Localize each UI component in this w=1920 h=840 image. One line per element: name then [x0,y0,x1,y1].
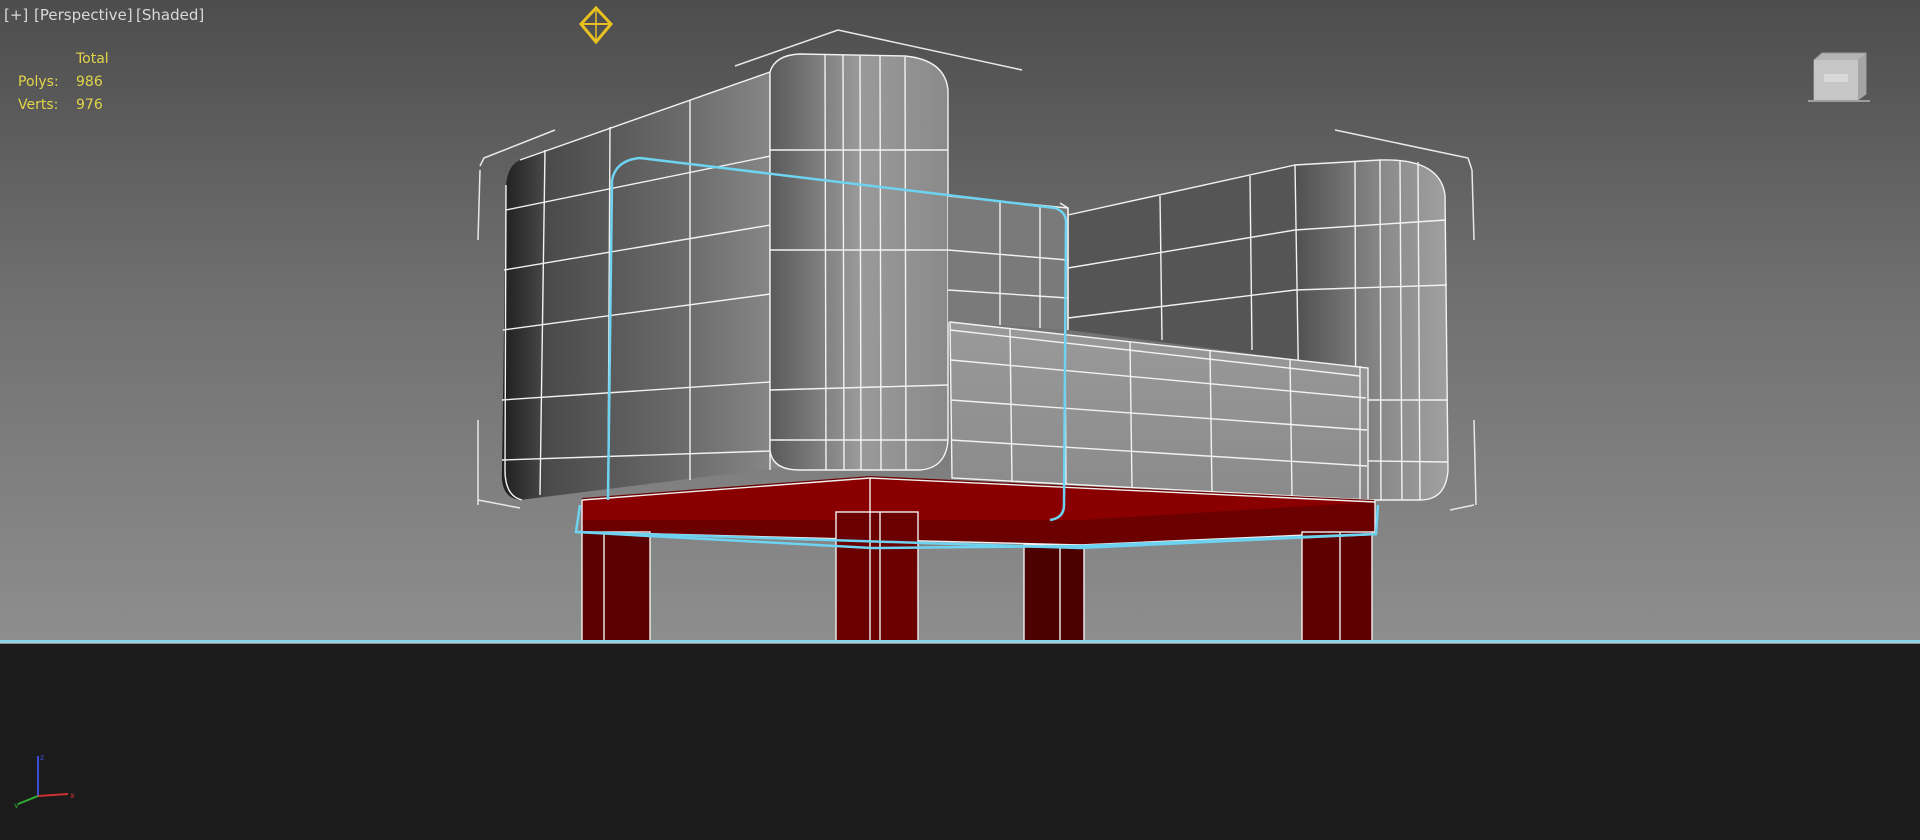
viewport-lower-area [0,644,1920,840]
base-frame[interactable] [581,476,1376,643]
grid-horizon-line [0,640,1920,643]
svg-text:y: y [14,801,19,808]
axis-tripod-icon: z x y [14,753,75,808]
svg-text:z: z [40,753,44,762]
perspective-viewport[interactable]: [+] [Perspective] [Shaded] Total Polys: … [0,0,1920,644]
svg-text:x: x [70,791,75,800]
left-back-cushion[interactable] [501,71,801,501]
scene-canvas[interactable] [0,0,1920,644]
left-arm-cushion[interactable] [769,53,949,471]
